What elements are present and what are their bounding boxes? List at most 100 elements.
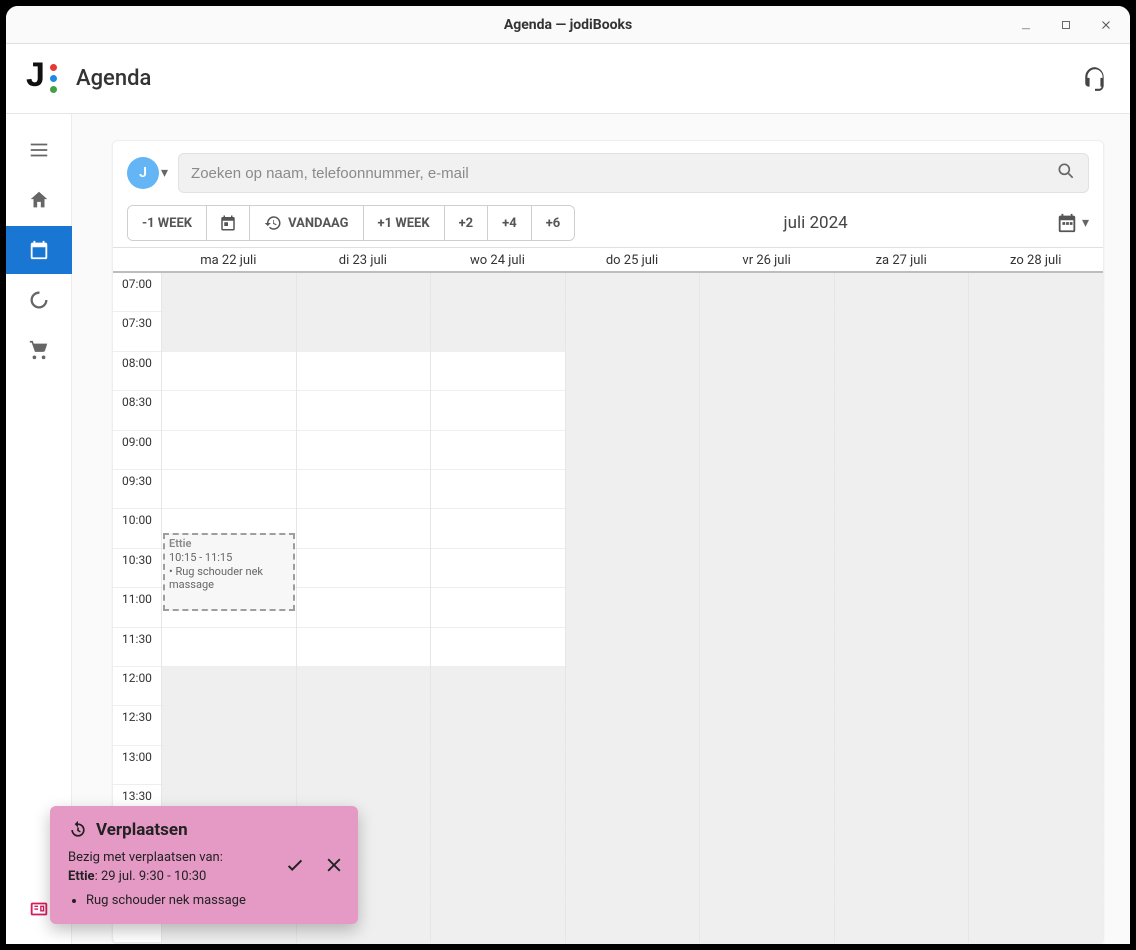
time-slot[interactable] [700,273,834,312]
time-slot[interactable] [297,667,431,706]
day-header[interactable]: zo 28 juli [968,248,1103,271]
time-slot[interactable] [700,864,834,903]
time-slot[interactable] [297,746,431,785]
time-slot[interactable] [162,667,296,706]
time-slot[interactable] [431,509,565,548]
day-header[interactable]: do 25 juli [565,248,700,271]
time-slot[interactable] [566,746,700,785]
time-slot[interactable] [297,628,431,667]
time-slot[interactable] [431,746,565,785]
time-slot[interactable] [700,352,834,391]
window-close-button[interactable] [1086,8,1126,42]
time-slot[interactable] [431,628,565,667]
time-slot[interactable] [431,391,565,430]
time-slot[interactable] [566,864,700,903]
time-slot[interactable] [835,470,969,509]
cancel-button[interactable] [324,854,344,876]
time-slot[interactable] [431,273,565,312]
time-slot[interactable] [431,706,565,745]
time-slot[interactable] [431,470,565,509]
time-slot[interactable] [297,706,431,745]
time-slot[interactable] [969,825,1103,864]
day-column[interactable] [834,273,969,943]
time-slot[interactable] [969,431,1103,470]
time-slot[interactable] [297,509,431,548]
time-slot[interactable] [566,549,700,588]
search-input[interactable] [191,165,1056,182]
time-slot[interactable] [566,667,700,706]
time-slot[interactable] [969,470,1103,509]
time-slot[interactable] [162,391,296,430]
event-ghost[interactable]: Ettie10:15 - 11:15• Rug schouder nek mas… [163,533,295,611]
user-filter-dropdown[interactable]: J ▾ [127,157,168,189]
window-maximize-button[interactable] [1046,8,1086,42]
time-slot[interactable] [297,431,431,470]
time-slot[interactable] [969,312,1103,351]
time-slot[interactable] [835,706,969,745]
time-slot[interactable] [431,588,565,627]
time-slot[interactable] [700,904,834,943]
time-slot[interactable] [969,549,1103,588]
time-slot[interactable] [969,785,1103,824]
time-slot[interactable] [969,904,1103,943]
time-slot[interactable] [700,706,834,745]
time-slot[interactable] [566,431,700,470]
time-slot[interactable] [700,785,834,824]
time-slot[interactable] [835,864,969,903]
time-slot[interactable] [835,391,969,430]
time-slot[interactable] [431,549,565,588]
time-slot[interactable] [835,825,969,864]
time-slot[interactable] [969,706,1103,745]
time-slot[interactable] [835,667,969,706]
time-slot[interactable] [431,785,565,824]
search-field[interactable] [178,153,1089,193]
sidebar-menu-toggle[interactable] [15,126,63,174]
time-slot[interactable] [566,628,700,667]
time-slot[interactable] [835,509,969,548]
plus4-button[interactable]: +4 [488,206,532,240]
day-column[interactable] [699,273,834,943]
time-slot[interactable] [700,431,834,470]
day-column[interactable] [565,273,700,943]
time-slot[interactable] [969,864,1103,903]
time-slot[interactable] [162,628,296,667]
time-slot[interactable] [835,273,969,312]
time-slot[interactable] [431,312,565,351]
time-slot[interactable] [297,352,431,391]
time-slot[interactable] [700,549,834,588]
time-slot[interactable] [162,352,296,391]
time-slot[interactable] [566,588,700,627]
time-slot[interactable] [700,588,834,627]
time-slot[interactable] [969,273,1103,312]
time-slot[interactable] [566,904,700,943]
time-slot[interactable] [835,312,969,351]
window-minimize-button[interactable] [1006,8,1046,42]
time-slot[interactable] [297,312,431,351]
time-slot[interactable] [835,352,969,391]
day-header[interactable]: vr 26 juli [699,248,834,271]
time-slot[interactable] [969,746,1103,785]
day-column[interactable] [968,273,1103,943]
time-slot[interactable] [431,864,565,903]
time-slot[interactable] [566,825,700,864]
time-slot[interactable] [566,470,700,509]
time-slot[interactable] [969,588,1103,627]
time-slot[interactable] [162,273,296,312]
time-slot[interactable] [162,431,296,470]
time-slot[interactable] [835,904,969,943]
plus2-button[interactable]: +2 [445,206,489,240]
time-slot[interactable] [969,667,1103,706]
time-slot[interactable] [700,509,834,548]
time-slot[interactable] [566,312,700,351]
time-slot[interactable] [162,706,296,745]
time-slot[interactable] [969,352,1103,391]
time-slot[interactable] [835,628,969,667]
time-slot[interactable] [431,825,565,864]
support-button[interactable] [1082,66,1108,92]
time-slot[interactable] [566,352,700,391]
date-picker-button[interactable] [207,206,250,240]
time-slot[interactable] [700,628,834,667]
time-slot[interactable] [835,431,969,470]
time-slot[interactable] [835,588,969,627]
time-slot[interactable] [162,470,296,509]
